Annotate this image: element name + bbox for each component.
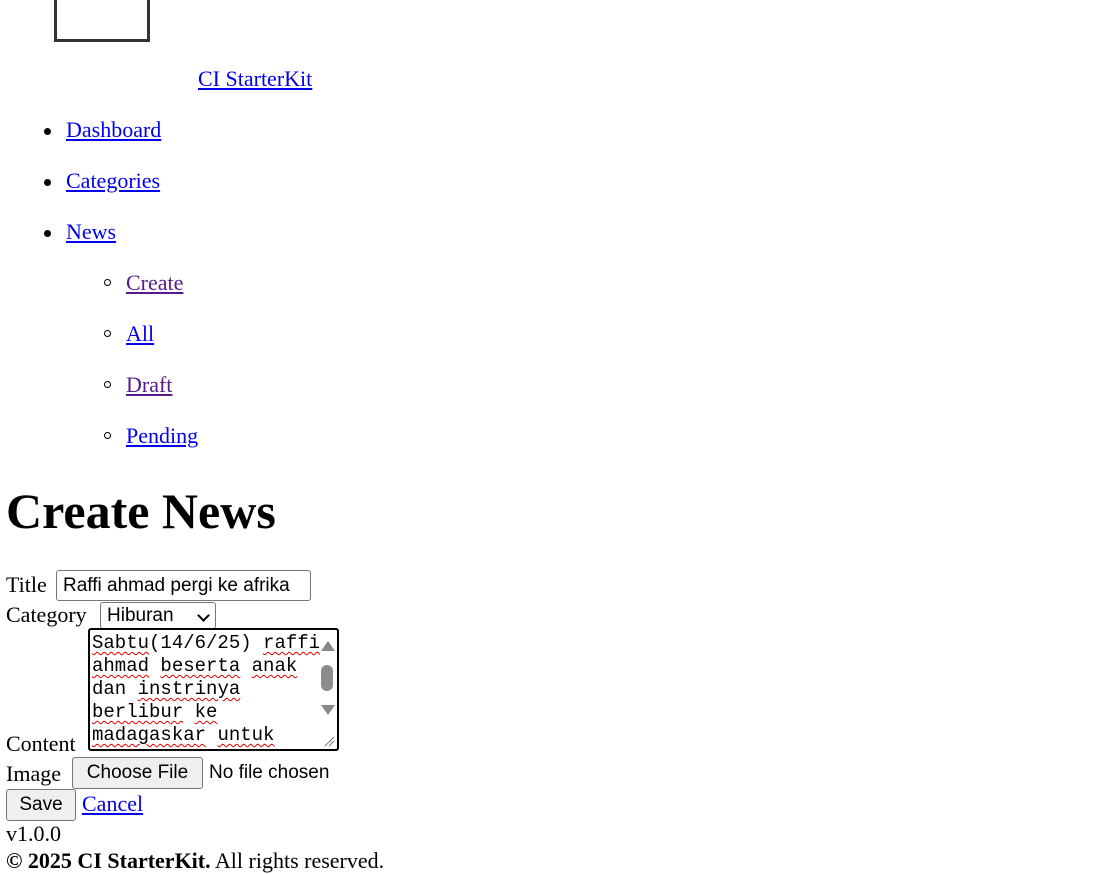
- scroll-down-icon[interactable]: [321, 705, 335, 715]
- category-selected-value: Hiburan: [107, 605, 174, 626]
- textarea-scrollbar[interactable]: [318, 631, 336, 748]
- category-select[interactable]: Hiburan: [100, 602, 216, 629]
- title-input[interactable]: [56, 570, 311, 601]
- bullet-icon: [44, 128, 51, 135]
- bullet-icon: [44, 230, 51, 237]
- circle-bullet-icon: [104, 432, 111, 439]
- scroll-thumb[interactable]: [321, 665, 333, 691]
- choose-file-button[interactable]: Choose File: [72, 757, 203, 789]
- logo-image: [54, 0, 150, 42]
- footer-copyright: © 2025 CI StarterKit. All rights reserve…: [6, 849, 384, 873]
- page-title: Create News: [6, 483, 276, 539]
- nav-subitem-draft[interactable]: Draft: [126, 372, 172, 398]
- cancel-link[interactable]: Cancel: [82, 791, 143, 817]
- nav-item-dashboard[interactable]: Dashboard: [66, 117, 161, 143]
- nav-subitem-create[interactable]: Create: [126, 270, 183, 296]
- resize-handle-icon[interactable]: [323, 735, 335, 747]
- save-button[interactable]: Save: [6, 789, 76, 821]
- content-label: Content: [6, 731, 76, 756]
- bullet-icon: [44, 179, 51, 186]
- circle-bullet-icon: [104, 381, 111, 388]
- brand-link[interactable]: CI StarterKit: [198, 66, 312, 92]
- chevron-down-icon: [197, 609, 210, 622]
- copyright-bold: © 2025 CI StarterKit.: [6, 848, 211, 873]
- category-label: Category: [6, 602, 87, 627]
- nav-subitem-all[interactable]: All: [126, 321, 154, 347]
- scroll-up-icon[interactable]: [321, 641, 335, 651]
- content-text: Sabtu(14/6/25) raffi ahmad beserta anak …: [92, 632, 321, 746]
- circle-bullet-icon: [104, 330, 111, 337]
- nav-subitem-pending[interactable]: Pending: [126, 423, 198, 449]
- file-status-text: No file chosen: [209, 762, 330, 783]
- copyright-rest: All rights reserved.: [210, 848, 385, 873]
- content-textarea[interactable]: Sabtu(14/6/25) raffi ahmad beserta anak …: [88, 628, 339, 751]
- title-label: Title: [6, 572, 47, 597]
- version-text: v1.0.0: [6, 821, 61, 846]
- nav-item-categories[interactable]: Categories: [66, 168, 160, 194]
- nav-item-news[interactable]: News: [66, 219, 116, 245]
- circle-bullet-icon: [104, 279, 111, 286]
- image-label: Image: [6, 761, 61, 786]
